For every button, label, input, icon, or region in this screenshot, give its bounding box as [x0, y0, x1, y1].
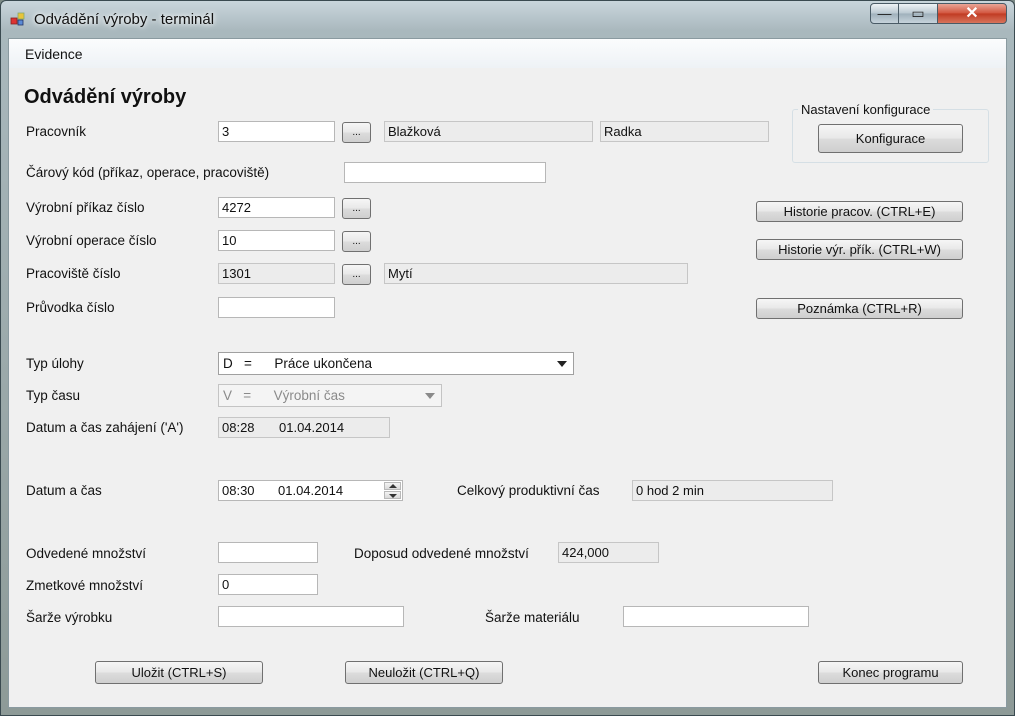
config-group-title: Nastavení konfigurace [798, 102, 934, 117]
vyrobni-prikaz-browse-button[interactable]: ... [342, 198, 371, 219]
ulozit-button[interactable]: Uložit (CTRL+S) [95, 661, 263, 684]
pracovnik-label: Pracovník [26, 124, 87, 139]
doposud-odvedene-label: Doposud odvedené množství [354, 546, 529, 561]
spin-down-icon[interactable] [384, 491, 401, 499]
pracoviste-label: Pracoviště číslo [26, 266, 121, 281]
maximize-icon: ▭ [911, 5, 925, 21]
zahajeni-time: 08:28 [222, 420, 255, 435]
chevron-down-icon [557, 361, 567, 367]
sarze-materialu-label: Šarže materiálu [485, 610, 580, 625]
pracoviste-name-field: Mytí [384, 263, 688, 284]
pruvodka-label: Průvodka číslo [26, 300, 115, 315]
spin-up-icon[interactable] [384, 482, 401, 490]
pracovnik-browse-button[interactable]: ... [342, 122, 371, 143]
close-button[interactable]: ✕ [937, 3, 1007, 24]
form-title: Odvádění výroby [24, 86, 187, 108]
konec-programu-button[interactable]: Konec programu [818, 661, 963, 684]
zmetkove-mnozstvi-label: Zmetkové množství [26, 578, 144, 593]
close-icon: ✕ [965, 5, 979, 22]
datum-cas-picker[interactable]: 08:30 01.04.2014 [218, 480, 403, 501]
neulozit-button[interactable]: Neuložit (CTRL+Q) [345, 661, 503, 684]
pracovnik-surname-field: Blažková [384, 121, 593, 142]
window-title: Odvádění výroby - terminál [34, 11, 215, 28]
vyrobni-operace-input[interactable]: 10 [218, 230, 335, 251]
pracoviste-browse-button[interactable]: ... [342, 264, 371, 285]
app-window-icon [10, 12, 25, 26]
celkovy-cas-field: 0 hod 2 min [632, 480, 833, 501]
pracovnik-firstname-field: Radka [600, 121, 769, 142]
odvedene-mnozstvi-label: Odvedené množství [26, 546, 147, 561]
minimize-button[interactable]: — [870, 3, 899, 24]
menu-item-evidence[interactable]: Evidence [25, 46, 83, 62]
vyrobni-prikaz-label: Výrobní příkaz číslo [26, 200, 145, 215]
poznamka-button[interactable]: Poznámka (CTRL+R) [756, 298, 963, 319]
doposud-odvedene-field: 424,000 [558, 542, 659, 563]
typ-ulohy-label: Typ úlohy [26, 356, 84, 371]
carovy-kod-label: Čárový kód (příkaz, operace, pracoviště) [26, 165, 270, 180]
sarze-materialu-input[interactable] [623, 606, 809, 627]
zahajeni-field: 08:28 01.04.2014 [218, 417, 390, 438]
celkovy-cas-label: Celkový produktivní čas [457, 483, 600, 498]
vyrobni-operace-label: Výrobní operace číslo [26, 233, 157, 248]
pracovnik-input[interactable]: 3 [218, 121, 335, 142]
carovy-kod-input[interactable] [344, 162, 546, 183]
datum-cas-label: Datum a čas [26, 483, 102, 498]
vyrobni-operace-browse-button[interactable]: ... [342, 231, 371, 252]
historie-vyr-prik-button[interactable]: Historie výr. přík. (CTRL+W) [756, 239, 963, 260]
datum-cas-time: 08:30 [222, 483, 255, 498]
historie-pracov-button[interactable]: Historie pracov. (CTRL+E) [756, 201, 963, 222]
vyrobni-prikaz-input[interactable]: 4272 [218, 197, 335, 218]
odvedene-mnozstvi-input[interactable] [218, 542, 318, 563]
pracoviste-field: 1301 [218, 263, 335, 284]
chevron-down-icon [425, 393, 435, 399]
title-bar[interactable]: Odvádění výroby - terminál [0, 0, 1015, 38]
typ-ulohy-value: D = Práce ukončena [223, 356, 372, 371]
minimize-icon: — [877, 5, 892, 21]
sarze-vyrobku-input[interactable] [218, 606, 404, 627]
typ-ulohy-select[interactable]: D = Práce ukončena [218, 352, 574, 375]
typ-casu-select[interactable]: V = Výrobní čas [218, 384, 442, 407]
zahajeni-date: 01.04.2014 [279, 420, 345, 435]
konfigurace-button[interactable]: Konfigurace [818, 124, 963, 153]
typ-casu-label: Typ času [26, 388, 81, 403]
zmetkove-mnozstvi-input[interactable]: 0 [218, 574, 318, 595]
typ-casu-value: V = Výrobní čas [223, 388, 345, 403]
menu-bar [9, 39, 1006, 68]
zahajeni-label: Datum a čas zahájení ('A') [26, 420, 184, 435]
maximize-button[interactable]: ▭ [898, 3, 938, 24]
pruvodka-input[interactable] [218, 297, 335, 318]
datum-cas-date: 01.04.2014 [278, 483, 344, 498]
sarze-vyrobku-label: Šarže výrobku [26, 610, 113, 625]
